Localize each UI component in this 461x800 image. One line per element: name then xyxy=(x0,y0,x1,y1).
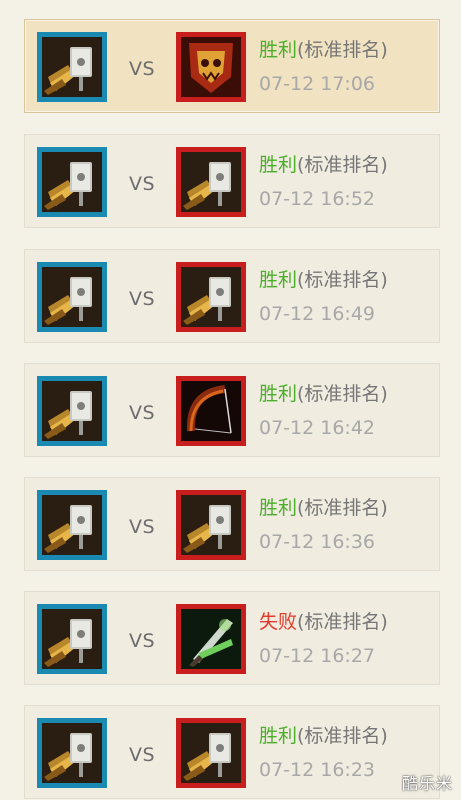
mode-label: (标准排名) xyxy=(297,154,388,176)
match-card[interactable]: VS 胜利(标准排名) 07-12 16:52 xyxy=(24,134,440,228)
warrior-hammer-icon xyxy=(176,490,246,560)
warrior-hammer-icon xyxy=(37,376,107,446)
match-card[interactable]: VS 胜利(标准排名) 07-12 17:06 xyxy=(24,19,440,113)
warrior-hammer-icon xyxy=(176,718,246,788)
mode-label: (标准排名) xyxy=(297,611,388,633)
vs-label: VS xyxy=(129,173,156,195)
mode-label: (标准排名) xyxy=(297,725,388,747)
vs-label: VS xyxy=(129,402,156,424)
match-result: 胜利(标准排名) xyxy=(259,150,388,177)
warrior-hammer-icon xyxy=(176,147,246,217)
result-label: 胜利 xyxy=(259,383,298,405)
match-result: 胜利(标准排名) xyxy=(259,379,388,406)
match-result: 失败(标准排名) xyxy=(259,607,388,634)
match-time: 07-12 17:06 xyxy=(259,73,376,95)
vs-label: VS xyxy=(129,744,156,766)
match-time: 07-12 16:49 xyxy=(259,303,376,325)
warrior-hammer-icon xyxy=(37,490,107,560)
result-label: 胜利 xyxy=(259,154,298,176)
vs-label: VS xyxy=(129,58,156,80)
match-card[interactable]: VS 胜利(标准排名) 07-12 16:36 xyxy=(24,477,440,571)
warrior-hammer-icon xyxy=(37,718,107,788)
mode-label: (标准排名) xyxy=(297,39,388,61)
result-label: 胜利 xyxy=(259,39,298,61)
match-history-list: VS 胜利(标准排名) 07-12 17:06 VS 胜利(标准排名) 07-1… xyxy=(0,0,461,800)
match-time: 07-12 16:27 xyxy=(259,645,376,667)
match-card[interactable]: VS 胜利(标准排名) 07-12 16:42 xyxy=(24,363,440,457)
warrior-hammer-icon xyxy=(176,262,246,332)
match-result: 胜利(标准排名) xyxy=(259,721,388,748)
warrior-hammer-icon xyxy=(37,604,107,674)
match-time: 07-12 16:52 xyxy=(259,188,376,210)
result-label: 胜利 xyxy=(259,269,298,291)
match-time: 07-12 16:36 xyxy=(259,531,376,553)
mode-label: (标准排名) xyxy=(297,269,388,291)
watermark: 酷乐米 xyxy=(401,774,453,793)
warrior-hammer-icon xyxy=(37,32,107,102)
mode-label: (标准排名) xyxy=(297,383,388,405)
result-label: 胜利 xyxy=(259,497,298,519)
warrior-hammer-icon xyxy=(37,147,107,217)
vs-label: VS xyxy=(129,288,156,310)
match-card[interactable]: VS 胜利(标准排名) 07-12 16:49 xyxy=(24,249,440,343)
match-result: 胜利(标准排名) xyxy=(259,493,388,520)
rogue-daggers-icon xyxy=(176,604,246,674)
result-label: 胜利 xyxy=(259,725,298,747)
match-result: 胜利(标准排名) xyxy=(259,265,388,292)
vs-label: VS xyxy=(129,516,156,538)
match-card[interactable]: VS 失败(标准排名) 07-12 16:27 xyxy=(24,591,440,685)
result-label: 失败 xyxy=(259,611,298,633)
match-result: 胜利(标准排名) xyxy=(259,35,388,62)
match-time: 07-12 16:23 xyxy=(259,759,376,781)
mode-label: (标准排名) xyxy=(297,497,388,519)
warrior-hammer-icon xyxy=(37,262,107,332)
hunter-bow-icon xyxy=(176,376,246,446)
match-time: 07-12 16:42 xyxy=(259,417,376,439)
match-card[interactable]: VS 胜利(标准排名) 07-12 16:23 xyxy=(24,705,440,799)
orc-skull-banner-icon xyxy=(176,32,246,102)
vs-label: VS xyxy=(129,630,156,652)
